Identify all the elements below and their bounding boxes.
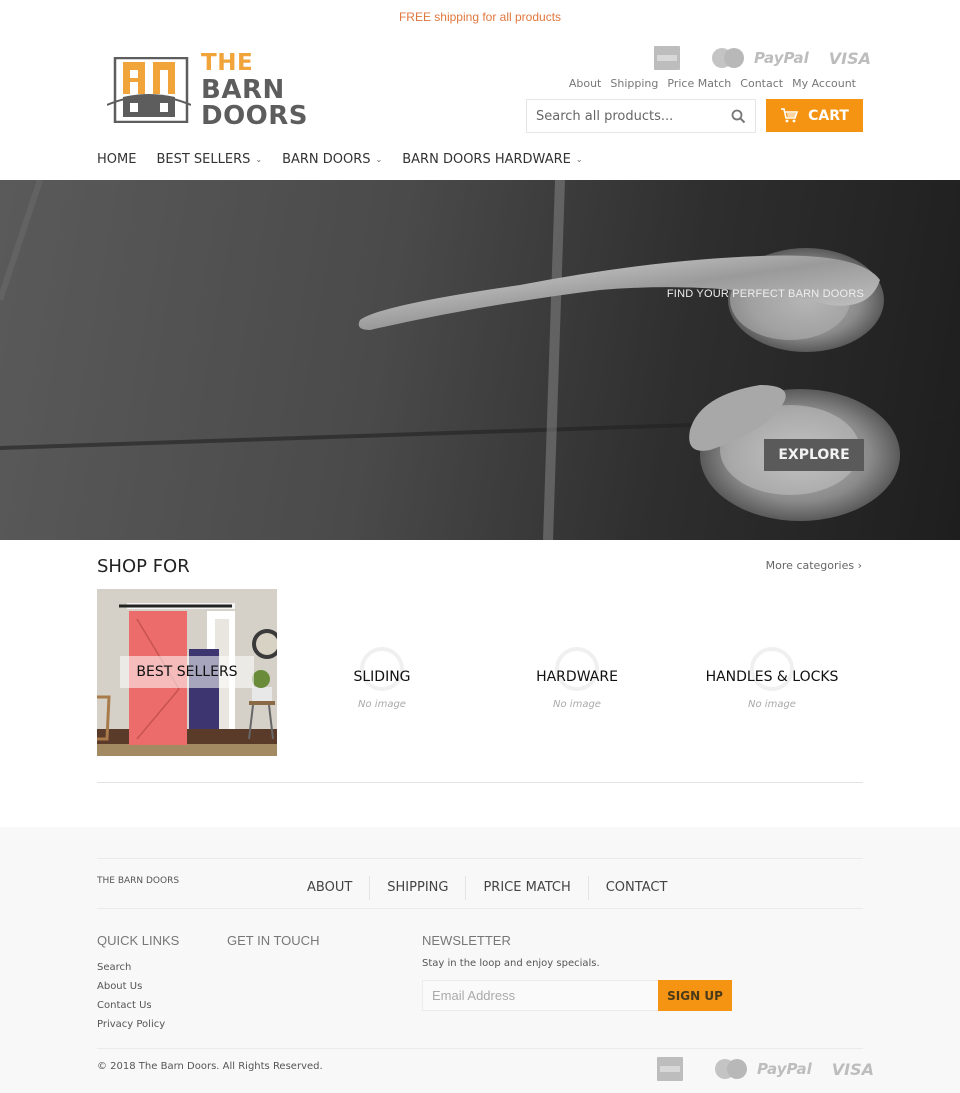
nav-item-label: BEST SELLERS xyxy=(156,152,251,167)
quick-links-heading: QUICK LINKS xyxy=(97,933,180,948)
footer-divider xyxy=(97,908,863,909)
email-input[interactable] xyxy=(423,981,658,1010)
nav-item-barn-doors[interactable]: BARN DOORS ⌄ xyxy=(282,152,382,167)
footer-link-about[interactable]: ABOUT xyxy=(290,876,371,900)
payment-icons-header: PayPal VISA xyxy=(654,46,871,70)
logo-text-barn-doors: BARN DOORS xyxy=(201,74,309,131)
header-link-my-account[interactable]: My Account xyxy=(792,77,856,90)
get-in-touch-heading: GET IN TOUCH xyxy=(227,933,320,948)
category-label: HARDWARE xyxy=(536,669,618,685)
payment-icons-footer: PayPal VISA xyxy=(657,1057,874,1081)
paypal-icon: PayPal xyxy=(757,1060,812,1078)
shop-for-heading: SHOP FOR xyxy=(97,556,190,577)
sign-up-button[interactable]: SIGN UP xyxy=(658,980,732,1011)
cart-button[interactable]: CART xyxy=(766,99,863,132)
footer-brand: THE BARN DOORS xyxy=(97,876,180,886)
main-nav: HOME BEST SELLERS ⌄ BARN DOORS ⌄ BARN DO… xyxy=(97,152,583,167)
chevron-down-icon: ⌄ xyxy=(255,155,263,164)
nav-item-barn-doors-hardware[interactable]: BARN DOORS HARDWARE ⌄ xyxy=(402,152,582,167)
paypal-icon: PayPal xyxy=(754,49,809,67)
amex-icon xyxy=(654,46,680,70)
footer-divider xyxy=(97,1048,863,1049)
header-links: About Shipping Price Match Contact My Ac… xyxy=(569,77,856,90)
footer-link-contact[interactable]: CONTACT xyxy=(589,876,685,900)
category-label: SLIDING xyxy=(353,669,411,685)
chevron-down-icon: ⌄ xyxy=(375,155,383,164)
cart-icon xyxy=(781,108,799,123)
more-categories-link[interactable]: More categories › xyxy=(766,559,862,572)
explore-button[interactable]: EXPLORE xyxy=(764,439,864,471)
no-image-text: No image xyxy=(358,699,406,710)
nav-item-label: BARN DOORS HARDWARE xyxy=(402,152,571,167)
category-handles-locks[interactable]: HANDLES & LOCKS No image xyxy=(682,589,862,756)
visa-icon: VISA xyxy=(828,48,872,68)
visa-icon: VISA xyxy=(831,1059,875,1079)
mastercard-icon xyxy=(715,1059,747,1079)
quick-link-about-us[interactable]: About Us xyxy=(97,977,165,996)
footer-divider xyxy=(97,858,863,859)
cart-label: CART xyxy=(808,107,849,124)
header-link-shipping[interactable]: Shipping xyxy=(610,77,658,90)
nav-item-best-sellers[interactable]: BEST SELLERS ⌄ xyxy=(156,152,262,167)
category-label: HANDLES & LOCKS xyxy=(705,669,839,685)
search-button[interactable] xyxy=(721,100,755,132)
quick-link-search[interactable]: Search xyxy=(97,958,165,977)
logo-text-the: THE xyxy=(201,49,254,76)
footer-link-price-match[interactable]: PRICE MATCH xyxy=(466,876,589,900)
nav-item-label: HOME xyxy=(97,152,137,167)
header-link-about[interactable]: About xyxy=(569,77,602,90)
search-input[interactable] xyxy=(527,100,721,132)
footer-nav: ABOUT SHIPPING PRICE MATCH CONTACT xyxy=(290,876,684,900)
announcement-bar: FREE shipping for all products xyxy=(398,10,562,24)
category-sliding[interactable]: SLIDING No image xyxy=(292,589,472,756)
newsletter-description: Stay in the loop and enjoy specials. xyxy=(422,958,600,969)
hero-image xyxy=(0,180,960,540)
header-link-contact[interactable]: Contact xyxy=(740,77,783,90)
hero-tagline: FIND YOUR PERFECT BARN DOORS xyxy=(666,288,864,300)
copyright-text: © 2018 The Barn Doors. All Rights Reserv… xyxy=(97,1061,323,1072)
mastercard-icon xyxy=(712,48,744,68)
category-best-sellers[interactable]: BEST SELLERS xyxy=(97,589,277,756)
footer-link-shipping[interactable]: SHIPPING xyxy=(370,876,467,900)
hero-banner: FIND YOUR PERFECT BARN DOORS EXPLORE xyxy=(0,180,960,540)
section-divider xyxy=(97,782,863,783)
category-label: BEST SELLERS xyxy=(136,664,238,680)
header-link-price-match[interactable]: Price Match xyxy=(667,77,731,90)
quick-link-privacy-policy[interactable]: Privacy Policy xyxy=(97,1015,165,1034)
amex-icon xyxy=(657,1057,683,1081)
search-icon xyxy=(731,109,745,123)
nav-item-home[interactable]: HOME xyxy=(97,152,136,167)
quick-link-contact-us[interactable]: Contact Us xyxy=(97,996,165,1015)
search-form xyxy=(526,99,756,133)
no-image-text: No image xyxy=(553,699,601,710)
site-logo[interactable]: THE BARN DOORS xyxy=(106,51,397,129)
newsletter-heading: NEWSLETTER xyxy=(422,933,511,948)
category-hardware[interactable]: HARDWARE No image xyxy=(487,589,667,756)
quick-links-list: Search About Us Contact Us Privacy Polic… xyxy=(97,958,165,1034)
newsletter-email-field xyxy=(422,980,659,1011)
chevron-down-icon: ⌄ xyxy=(575,155,583,164)
no-image-text: No image xyxy=(748,699,796,710)
logo-mark-icon xyxy=(106,56,192,124)
nav-item-label: BARN DOORS xyxy=(282,152,371,167)
